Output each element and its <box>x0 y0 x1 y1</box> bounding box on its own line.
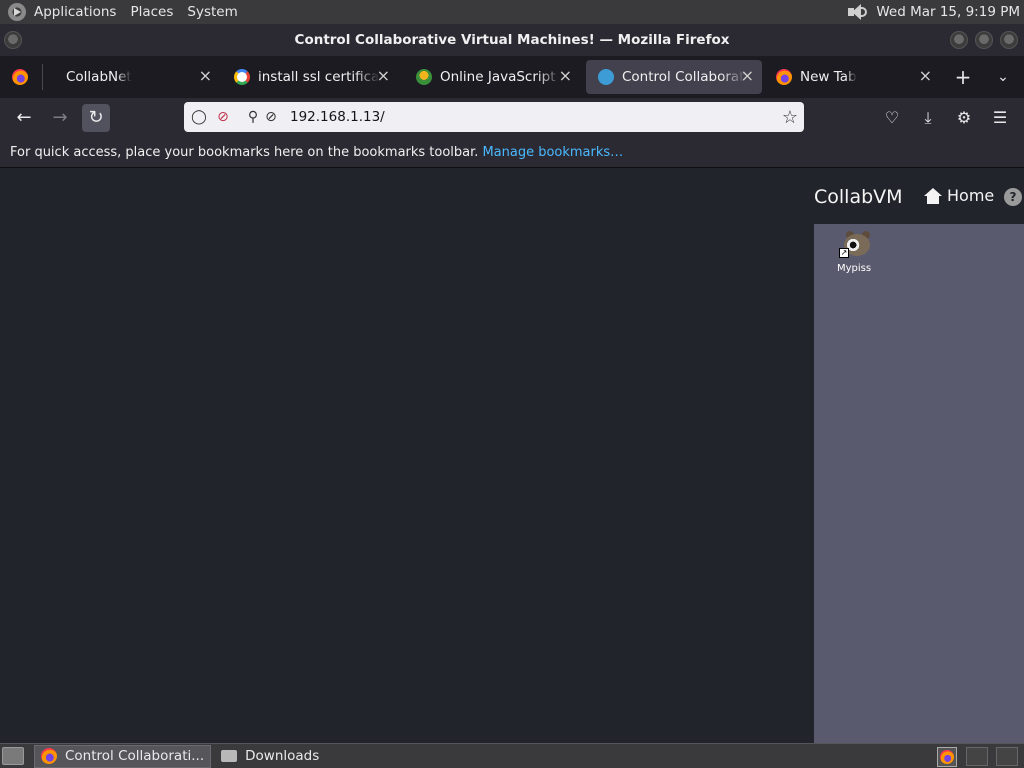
firefox-icon <box>776 69 792 85</box>
help-icon[interactable]: ? <box>1004 188 1022 206</box>
applications-menu[interactable]: Applications <box>34 4 116 20</box>
workspace-2[interactable] <box>996 747 1018 766</box>
collabvm-icon <box>598 69 614 85</box>
maximize-button[interactable] <box>975 31 993 49</box>
home-label: Home <box>947 186 995 205</box>
manage-bookmarks-link[interactable]: Manage bookmarks… <box>482 145 623 160</box>
navigation-toolbar: ← → ↻ ◯ ⊘ ⚲ ⊘ 192.168.1.13/ ☆ ♡ ⤓ ⚙ ☰ <box>0 98 1024 138</box>
clock[interactable]: Wed Mar 15, 9:19 PM <box>876 4 1020 20</box>
permissions-key-icon[interactable]: ⚲ <box>244 108 262 126</box>
close-tab-icon[interactable]: × <box>199 68 212 84</box>
back-arrow-icon[interactable]: ← <box>10 104 38 132</box>
hamburger-menu-icon[interactable]: ☰ <box>988 106 1012 130</box>
tracking-protection-shield-icon[interactable]: ◯ <box>190 108 208 126</box>
list-all-tabs-chevron-icon[interactable]: ⌄ <box>991 66 1015 90</box>
home-link[interactable]: Home <box>924 186 994 205</box>
raccoon-icon: ↗ <box>838 230 870 260</box>
google-icon <box>234 69 250 85</box>
autoplay-blocked-icon[interactable]: ⊘ <box>262 108 280 126</box>
bookmark-star-icon[interactable]: ☆ <box>782 107 798 128</box>
applications-logo-icon[interactable] <box>8 3 26 21</box>
url-text[interactable]: 192.168.1.13/ <box>290 109 385 125</box>
close-window-button[interactable] <box>1000 31 1018 49</box>
tab-new-tab[interactable]: New Tab × <box>764 60 940 94</box>
close-tab-icon[interactable]: × <box>377 68 390 84</box>
workspace-1[interactable] <box>966 747 988 766</box>
places-menu[interactable]: Places <box>130 4 173 20</box>
pocket-icon[interactable]: ♡ <box>880 106 904 130</box>
taskbar-item-label: Downloads <box>245 748 320 764</box>
firefox-view-button[interactable] <box>0 60 42 94</box>
tab-strip: CollabNet × install ssl certificate u × … <box>0 56 1024 98</box>
taskbar-item-downloads[interactable]: Downloads <box>215 745 325 768</box>
tab-control-collaborative[interactable]: Control Collaborative V × <box>586 60 762 94</box>
bookmarks-toolbar: For quick access, place your bookmarks h… <box>0 138 1024 168</box>
firefox-icon <box>12 69 28 85</box>
tray-firefox-icon[interactable] <box>937 747 957 767</box>
tab-label: New Tab <box>800 69 857 85</box>
taskbar-item-label: Control Collaborati... <box>65 748 205 764</box>
address-bar[interactable]: ◯ ⊘ ⚲ ⊘ 192.168.1.13/ ☆ <box>184 102 804 132</box>
page-content: CollabVM Home ? ↗ Mypiss <box>0 168 1024 743</box>
desktop-shortcut[interactable]: ↗ Mypiss <box>834 230 874 274</box>
tab-label: CollabNet <box>66 69 132 85</box>
close-tab-icon[interactable]: × <box>741 68 754 84</box>
folder-icon <box>221 750 238 762</box>
close-tab-icon[interactable]: × <box>559 68 572 84</box>
window-menu-button[interactable] <box>4 31 22 49</box>
show-desktop-icon[interactable] <box>2 747 24 765</box>
minimize-button[interactable] <box>950 31 968 49</box>
home-icon <box>924 187 942 204</box>
close-tab-icon[interactable]: × <box>919 68 932 84</box>
javascript-beautifier-icon <box>416 69 432 85</box>
downloads-icon[interactable]: ⤓ <box>916 106 940 130</box>
shortcut-arrow-icon: ↗ <box>839 248 849 258</box>
tab-label: Control Collaborative V <box>622 69 746 85</box>
tab-collabnet[interactable]: CollabNet × <box>44 60 220 94</box>
collabvm-brand[interactable]: CollabVM <box>814 186 903 208</box>
window-titlebar: Control Collaborative Virtual Machines! … <box>0 24 1024 56</box>
volume-icon[interactable] <box>846 3 868 21</box>
tab-label: Online JavaScript beau <box>440 69 562 85</box>
top-panel: Applications Places System Wed Mar 15, 9… <box>0 0 1024 24</box>
reload-icon[interactable]: ↻ <box>82 104 110 132</box>
firefox-icon <box>41 748 57 764</box>
forward-arrow-icon[interactable]: → <box>46 104 74 132</box>
tab-js-beautifier[interactable]: Online JavaScript beau × <box>404 60 580 94</box>
taskbar-item-firefox[interactable]: Control Collaborati... <box>34 744 212 768</box>
vm-display[interactable]: ↗ Mypiss <box>814 224 1024 743</box>
bookmarks-empty-message: For quick access, place your bookmarks h… <box>10 145 479 160</box>
bottom-taskbar: Control Collaborati... Downloads <box>0 743 1024 768</box>
desktop-shortcut-label: Mypiss <box>836 263 872 274</box>
window-title: Control Collaborative Virtual Machines! … <box>294 32 730 48</box>
extensions-puzzle-icon[interactable]: ⚙ <box>952 106 976 130</box>
tab-install-ssl[interactable]: install ssl certificate u × <box>222 60 398 94</box>
new-tab-plus-icon[interactable]: + <box>951 66 975 90</box>
insecure-lock-icon[interactable]: ⊘ <box>214 108 232 126</box>
tab-label: install ssl certificate u <box>258 69 380 85</box>
system-menu[interactable]: System <box>187 4 237 20</box>
